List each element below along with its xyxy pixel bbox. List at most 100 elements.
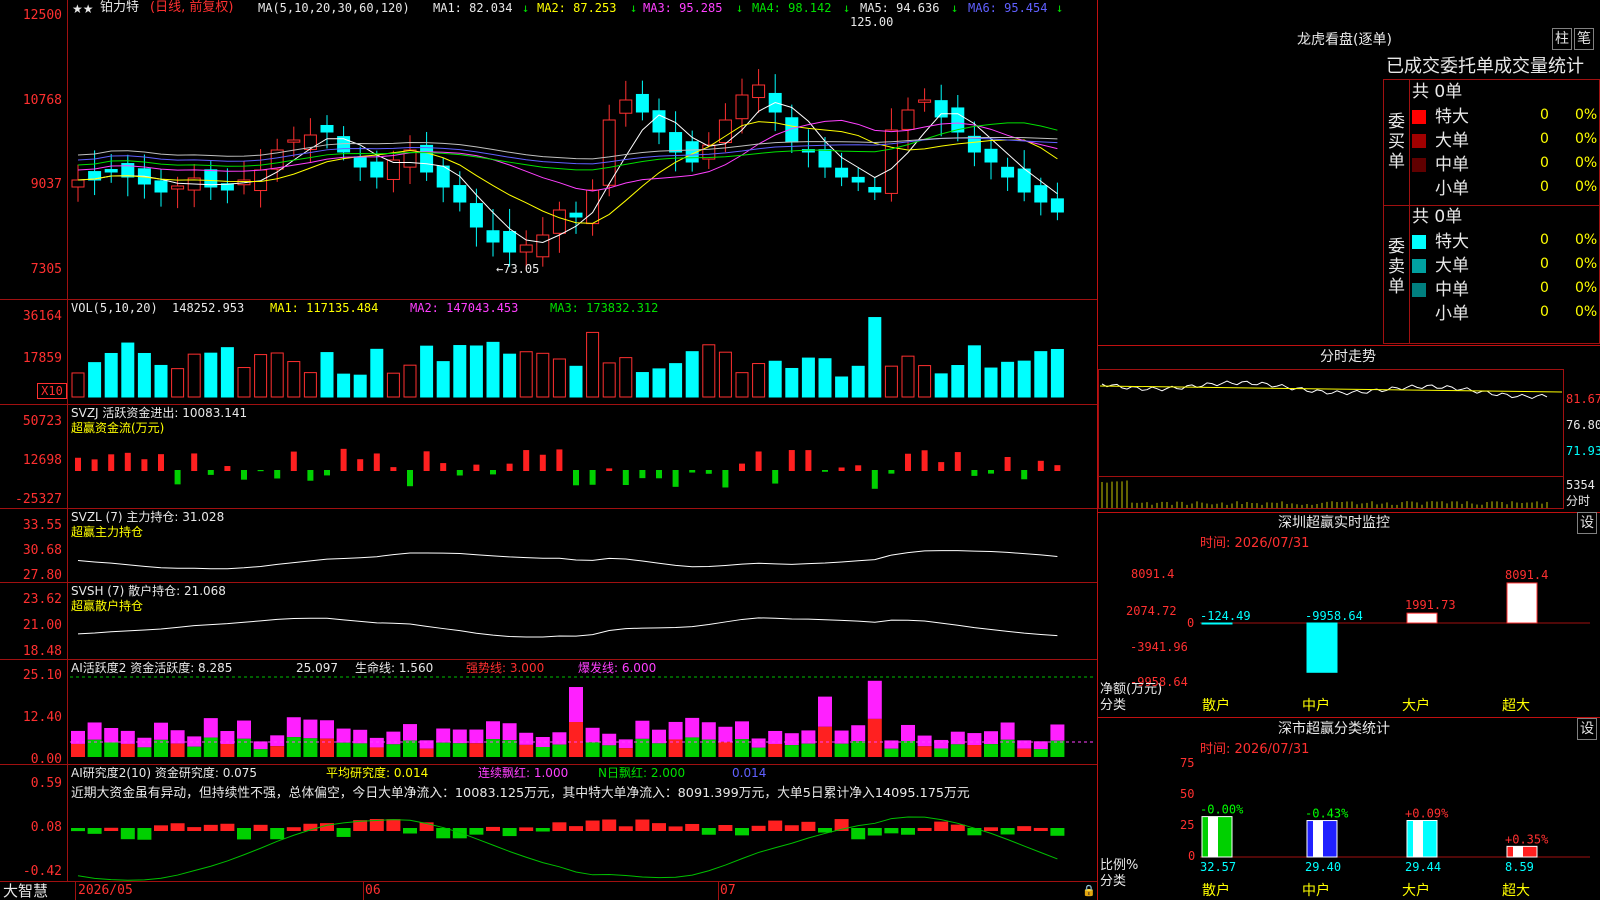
y-tick: 30.68 (2, 543, 62, 558)
flow-bar (556, 449, 562, 471)
flow-bar (407, 470, 413, 486)
sell-total: 共 0单 (1412, 207, 1462, 227)
research-bar (503, 828, 517, 836)
research-bar (220, 824, 234, 831)
ai2-comment: 近期大资金虽有异动，但持续性不强，总体偏空，今日大单净流入：10083.125万… (71, 787, 970, 801)
ai1-burst: 爆发线: 6.000 (578, 661, 656, 675)
ai1-v2: 25.097 (296, 661, 338, 675)
flow-bar (158, 454, 164, 471)
sell-row-count: 0 (1540, 281, 1549, 295)
buy-row-count: 0 (1540, 180, 1549, 194)
flow-bar (92, 459, 98, 471)
classify-cat: 超大 (1502, 884, 1530, 898)
volume-bar (371, 349, 383, 397)
candle-body (520, 245, 532, 252)
ai2-last: 0.014 (732, 766, 766, 780)
activity-bar-bottom (220, 744, 234, 757)
activity-bar-bottom (137, 747, 151, 757)
research-bar (586, 821, 600, 831)
volume-bar (919, 366, 931, 397)
activity-bar-top (303, 720, 317, 739)
research-bar (403, 828, 417, 834)
classify-bar (1202, 817, 1232, 857)
flow-bar (689, 470, 695, 473)
activity-bar-bottom (602, 745, 616, 757)
volume-bar (852, 366, 864, 397)
sell-row-pct: 0% (1575, 281, 1597, 295)
activity-bar-bottom (984, 744, 998, 757)
activity-bar-bottom (420, 749, 434, 757)
y-tick: -25327 (2, 492, 62, 507)
fs-tick: 5354 (1566, 478, 1595, 492)
buy-row-count: 0 (1540, 108, 1549, 122)
svsh-label: SVSH (7) 散户持仓: 21.068 (71, 584, 226, 598)
activity-bar-top (486, 721, 500, 739)
activity-bar-top (619, 739, 633, 748)
candle-body (487, 231, 499, 242)
y-tick: 9037 (2, 177, 62, 192)
flow-bar (1054, 465, 1060, 471)
pen-mode-button[interactable]: 笔 (1574, 28, 1594, 50)
bar-mode-button[interactable]: 柱 (1552, 28, 1572, 50)
classify-change-label: +0.35% (1505, 832, 1549, 846)
research-bar (519, 827, 533, 831)
activity-bar-bottom (1050, 741, 1064, 757)
research-bar (552, 822, 566, 831)
flow-bar (208, 470, 214, 475)
vol-ma1: MA1: 117135.484 (270, 301, 378, 315)
research-bar (287, 827, 301, 831)
volume-bar (603, 363, 615, 397)
candle-body (919, 100, 931, 102)
volume-bar (454, 346, 466, 397)
buy-side-char: 单 (1388, 152, 1405, 172)
volume-bar (437, 362, 449, 397)
x-tick: 06 (365, 884, 381, 898)
volume-bar (354, 375, 366, 397)
volume-bar (221, 348, 233, 397)
volume-bar (1018, 361, 1030, 397)
flow-bar (789, 450, 795, 471)
volume-bar (205, 353, 217, 397)
research-bar (669, 826, 683, 831)
buy-side-char: 委 (1388, 112, 1405, 132)
research-bar (602, 819, 616, 831)
research-bar (918, 828, 932, 831)
classify-value-label: 29.40 (1305, 860, 1341, 874)
flow-bar (756, 451, 762, 471)
activity-bar-top (685, 718, 699, 738)
activity-bar-top (785, 733, 799, 745)
research-bar (934, 822, 948, 831)
ai2-label: AI研究度2(10) 资金研究度: 0.075 (71, 766, 257, 780)
research-bar (984, 827, 998, 831)
flow-bar (241, 470, 247, 480)
monitor-settings-button[interactable]: 设 (1577, 512, 1597, 534)
monitor-cat: 超大 (1502, 699, 1530, 713)
monitor-cat: 大户 (1402, 699, 1430, 713)
svsh-sub: 超赢散户持仓 (71, 599, 143, 613)
ma3-value: MA3: 95.285 (643, 1, 722, 15)
activity-bar-top (237, 721, 251, 739)
activity-bar-bottom (718, 742, 732, 757)
ma4-value: MA4: 98.142 (752, 1, 831, 15)
volume-bar (753, 364, 765, 397)
activity-bar-bottom (652, 743, 666, 757)
monitor-bar-label: -9958.64 (1305, 609, 1363, 623)
volume-bar (985, 368, 997, 397)
classify-change-label: -0.43% (1305, 807, 1349, 821)
buy-m-swatch (1412, 158, 1426, 172)
classify-value-label: 8.59 (1505, 860, 1534, 874)
y-tick: -0.42 (2, 864, 62, 879)
ma10-line (78, 122, 1057, 224)
volume-bar (703, 345, 715, 397)
classify-settings-button[interactable]: 设 (1577, 718, 1597, 740)
candle-body (288, 140, 300, 142)
volume-bar (271, 353, 283, 397)
kline-chart[interactable] (0, 0, 1097, 900)
activity-bar-top (669, 722, 683, 740)
order-stats-tabs[interactable]: 已成交委托单成交量统计 (1386, 57, 1584, 77)
research-bar (171, 823, 185, 831)
lock-icon[interactable]: 🔒 (1082, 884, 1096, 898)
fs-chart-box[interactable] (1098, 369, 1564, 509)
research-bar (752, 826, 766, 831)
flow-bar (258, 470, 264, 471)
